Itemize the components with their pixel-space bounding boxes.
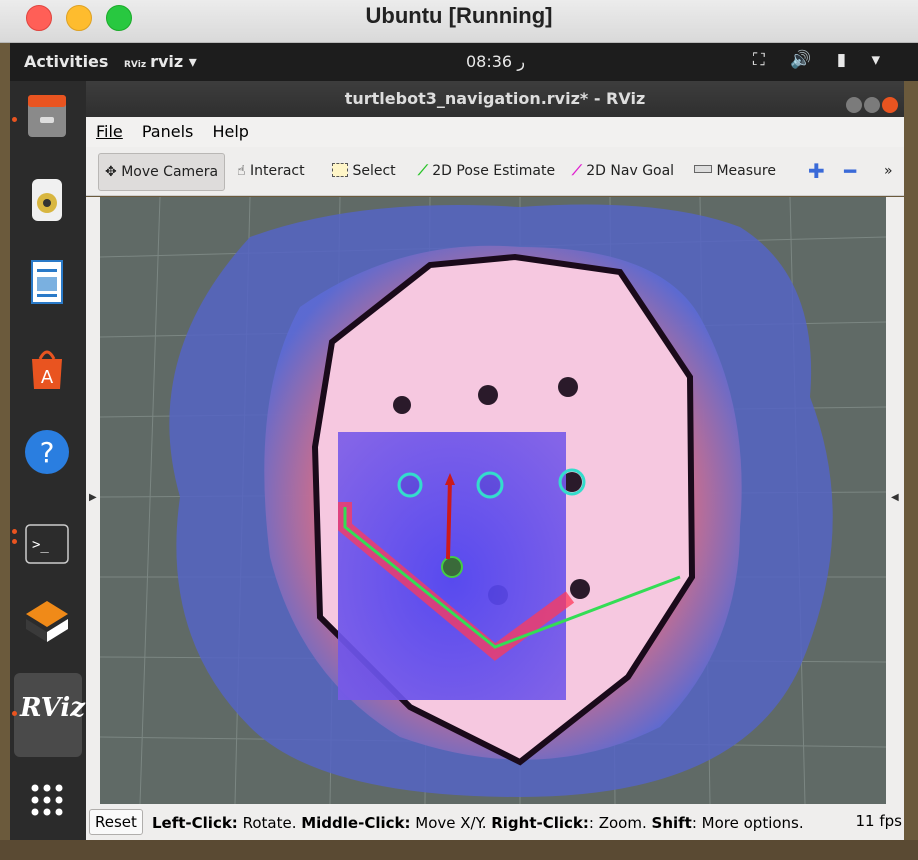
files-icon[interactable] (22, 91, 72, 141)
right-panel-toggle[interactable]: ◀ (886, 197, 904, 804)
select-box-icon (332, 163, 348, 177)
ubuntu-dock: A ? >_ RViz (10, 81, 86, 841)
gazebo-icon[interactable] (22, 597, 72, 647)
tool-bar: ✥ Move Camera ☝ Interact Select ⟋ 2D Pos… (86, 147, 904, 196)
tool-label: Measure (716, 163, 776, 179)
mouse-help-text: Left-Click: Rotate. Middle-Click: Move X… (152, 814, 804, 832)
map-render[interactable] (100, 197, 886, 804)
expand-right-icon: ◀ (891, 492, 899, 503)
app-grid-icon[interactable] (22, 775, 72, 825)
menu-bar: File Panels Help (86, 117, 904, 147)
nav-goal-tool[interactable]: ⟋ 2D Nav Goal (566, 153, 680, 189)
close-icon[interactable] (882, 97, 898, 113)
3d-viewport[interactable] (100, 197, 886, 804)
clock[interactable]: 08:36 ر (466, 52, 525, 71)
measure-tool[interactable]: Measure (688, 153, 782, 189)
tool-label: Move Camera (121, 164, 219, 180)
add-tool-button[interactable]: ✚ (802, 153, 831, 189)
help-icon[interactable]: ? (22, 427, 72, 477)
rviz-icon[interactable]: RViz (20, 693, 85, 733)
reset-button[interactable]: Reset (89, 809, 143, 835)
running-indicator (12, 711, 17, 716)
desktop-background (0, 840, 918, 860)
vm-window-titlebar: Ubuntu [Running] (0, 0, 918, 43)
tool-label: 2D Pose Estimate (432, 163, 556, 179)
pose-estimate-tool[interactable]: ⟋ 2D Pose Estimate (412, 153, 561, 189)
libreoffice-writer-icon[interactable] (22, 257, 72, 307)
minimize-icon[interactable] (846, 97, 862, 113)
software-center-icon[interactable]: A (22, 343, 72, 393)
rviz-app-icon: RViz (124, 60, 147, 70)
fps-counter: 11 fps (855, 812, 902, 830)
menu-help[interactable]: Help (212, 122, 248, 141)
help-bold: Right-Click: (491, 814, 589, 832)
terminal-icon[interactable]: >_ (22, 519, 72, 569)
tool-label: Select (352, 163, 396, 179)
expand-left-icon: ▶ (89, 492, 97, 503)
tool-label: Interact (249, 163, 305, 179)
svg-text:>_: >_ (32, 537, 49, 553)
running-indicator (12, 529, 17, 534)
svg-text:?: ? (40, 436, 55, 469)
running-indicator (12, 117, 17, 122)
left-panel-toggle[interactable]: ▶ (86, 197, 100, 804)
minus-icon: ━ (844, 159, 857, 183)
help-bold: Shift (651, 814, 692, 832)
move-camera-tool[interactable]: ✥ Move Camera (98, 153, 226, 191)
select-tool[interactable]: Select (326, 153, 402, 189)
status-bar: Reset Left-Click: Rotate. Middle-Click: … (86, 804, 904, 840)
system-tray-icons: ⛶ 🔊 ▮ ▾ (752, 50, 890, 70)
green-arrow-icon: ⟋ (418, 163, 428, 179)
plus-icon: ✚ (808, 159, 825, 183)
system-tray[interactable]: ⛶ 🔊 ▮ ▾ (753, 50, 890, 70)
magenta-arrow-icon: ⟋ (572, 163, 582, 179)
menu-file[interactable]: File (96, 122, 123, 141)
activities-button[interactable]: Activities (24, 52, 108, 71)
help-text: : Zoom. (588, 814, 652, 832)
vm-window-title: Ubuntu [Running] (365, 3, 553, 28)
tool-label: 2D Nav Goal (586, 163, 675, 179)
hand-pointer-icon: ☝ (237, 163, 246, 179)
rhythmbox-icon[interactable] (22, 175, 72, 225)
help-bold: Left-Click: (152, 814, 238, 832)
maximize-icon[interactable] (864, 97, 880, 113)
move-camera-icon: ✥ (105, 164, 117, 180)
svg-text:A: A (41, 367, 54, 388)
remove-tool-button[interactable]: ━ (838, 153, 862, 189)
app-menu-label: rviz ▾ (150, 52, 197, 71)
interact-tool[interactable]: ☝ Interact (231, 153, 311, 189)
ubuntu-top-bar: Activities RViz rviz ▾ 08:36 ر ⛶ 🔊 ▮ ▾ (10, 43, 918, 81)
rviz-window-titlebar: turtlebot3_navigation.rviz* - RViz (86, 81, 904, 117)
running-indicator (12, 539, 17, 544)
ruler-icon (694, 165, 712, 173)
help-bold: Middle-Click: (301, 814, 411, 832)
help-text: : More options. (691, 814, 804, 832)
menu-panels[interactable]: Panels (142, 122, 194, 141)
help-text: Rotate. (237, 814, 302, 832)
overflow-icon: » (884, 163, 893, 179)
rviz-window-title: turtlebot3_navigation.rviz* - RViz (344, 89, 646, 108)
app-menu[interactable]: RViz rviz ▾ (124, 52, 197, 71)
help-text: Move X/Y. (410, 814, 492, 832)
toolbar-overflow-button[interactable]: » (878, 153, 899, 189)
